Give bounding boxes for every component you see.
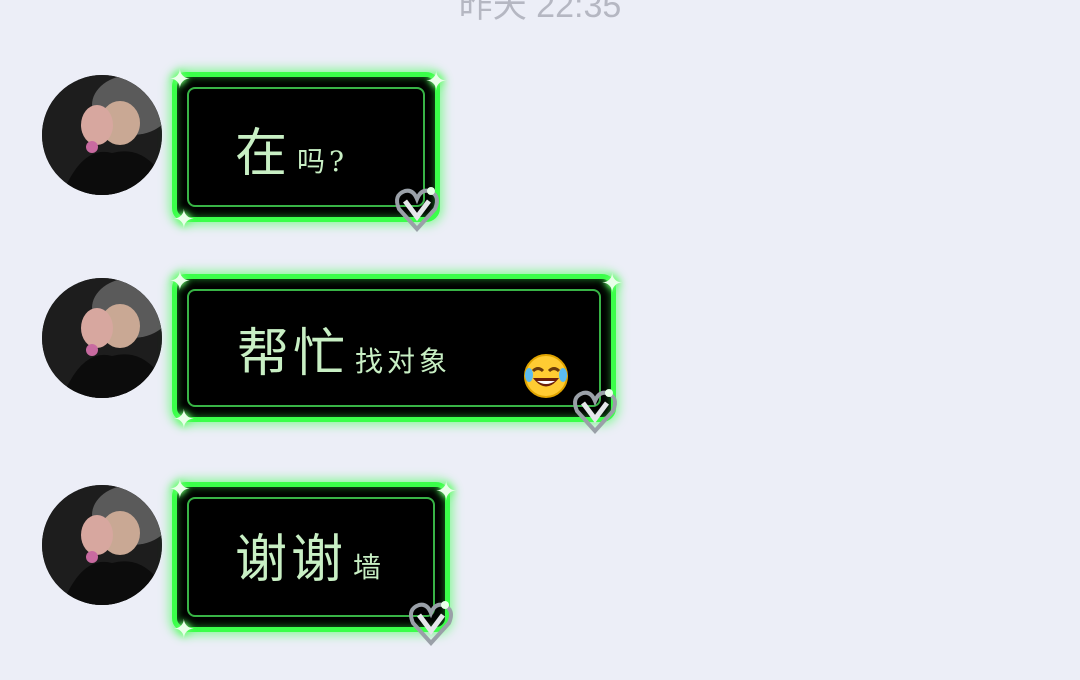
message-main-text: 谢谢 <box>235 530 348 590</box>
sparkle-icon: ✦ <box>169 65 191 95</box>
avatar[interactable] <box>42 485 162 605</box>
tears-of-joy-emoji-icon <box>524 354 568 398</box>
sparkle-icon: ✦ <box>169 267 191 297</box>
sparkle-icon: ✦ <box>425 67 447 97</box>
heart-decoration-icon <box>409 601 453 646</box>
sparkle-icon: ✦ <box>173 615 195 645</box>
sparkle-icon: ✦ <box>601 269 623 299</box>
sparkle-icon: ✦ <box>173 405 195 435</box>
message-text: 谢谢墙 <box>235 517 385 592</box>
message-row: 在吗? ✦ ✦ ✦ <box>0 67 1080 233</box>
avatar-photo-icon <box>42 278 162 398</box>
message-text: 在吗? <box>235 111 348 186</box>
message-text: 帮忙 找对象 <box>237 311 451 386</box>
message-bubble[interactable]: 谢谢墙 ✦ ✦ ✦ <box>169 477 457 646</box>
message-main-text: 在 <box>235 124 292 184</box>
timestamp: 昨天 22:35 <box>458 0 622 25</box>
sparkle-icon: ✦ <box>435 477 457 507</box>
message-sub-text: 找对象 <box>355 345 452 378</box>
message-sub-text: 墙 <box>353 551 386 584</box>
message-bubble[interactable]: 在吗? ✦ ✦ ✦ <box>169 67 447 233</box>
heart-decoration-icon <box>395 187 439 232</box>
sparkle-icon: ✦ <box>173 205 195 235</box>
message-sub-text: 吗? <box>297 145 349 178</box>
message-main-text: 帮忙 <box>237 324 350 384</box>
avatar-photo-icon <box>42 485 162 605</box>
message-bubble[interactable]: 帮忙 找对象 ✦ ✦ ✦ <box>169 269 623 434</box>
sparkle-icon: ✦ <box>169 475 191 505</box>
avatar-photo-icon <box>42 75 162 195</box>
message-row: 帮忙 找对象 ✦ ✦ ✦ <box>0 269 1080 434</box>
avatar[interactable] <box>42 75 162 195</box>
avatar[interactable] <box>42 278 162 398</box>
heart-decoration-icon <box>573 389 617 434</box>
message-row: 谢谢墙 ✦ ✦ ✦ <box>0 477 1080 646</box>
